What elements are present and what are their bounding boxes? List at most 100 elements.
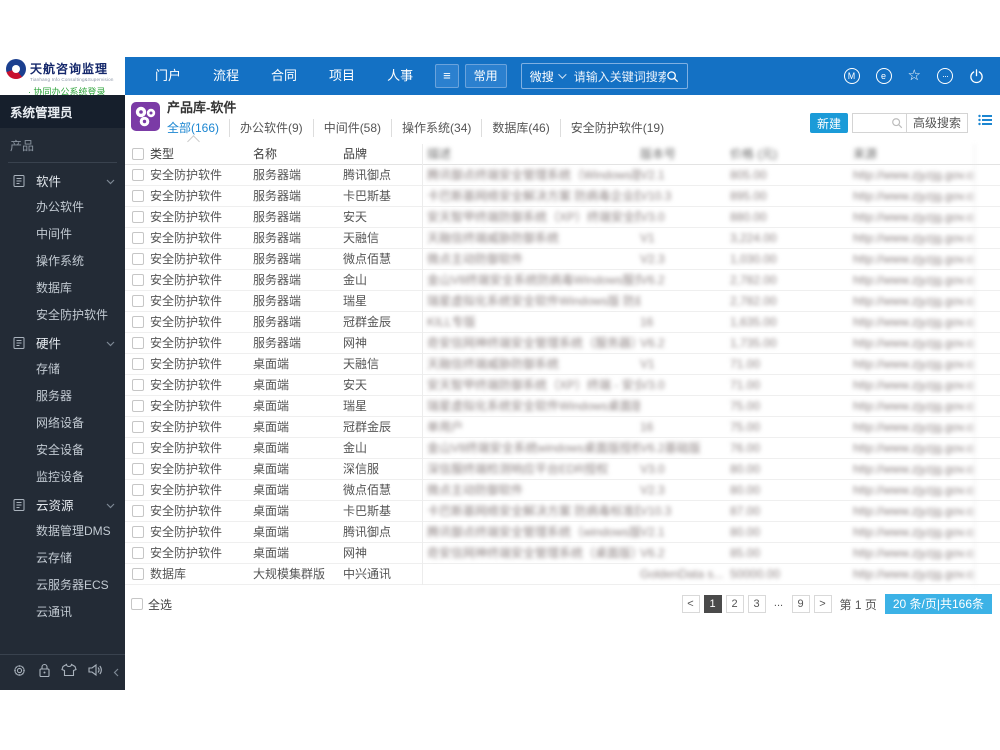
favorite-star-icon[interactable]: ☆ (908, 68, 921, 84)
page-button-2[interactable]: 2 (725, 595, 744, 613)
row-checkbox[interactable] (131, 274, 144, 286)
page-button-1[interactable]: 1 (703, 595, 722, 613)
row-checkbox[interactable] (131, 463, 144, 475)
sound-speaker-icon[interactable] (87, 663, 103, 682)
chevron-down-icon[interactable] (106, 498, 115, 512)
table-row[interactable]: 安全防护软件 服务器端 金山金山V8终端安全系统防病毒Windows服务器版V6.2… (125, 269, 1000, 291)
m-app-icon[interactable]: M (843, 68, 860, 84)
nav-item[interactable]: 人事 (371, 68, 429, 83)
lock-icon[interactable] (38, 663, 51, 683)
row-checkbox[interactable] (131, 484, 144, 496)
sidebar-item[interactable]: 安全设备 (0, 437, 125, 464)
sidebar-item[interactable]: 监控设备 (0, 464, 125, 491)
sidebar-item[interactable]: 存储 (0, 356, 125, 383)
table-row[interactable]: 安全防护软件 服务器端 网神 奇安信网神终端安全管理系统（服务器） V6.2 1,735.… (125, 332, 1000, 354)
select-all-checkbox[interactable] (131, 598, 143, 610)
sidebar-item[interactable]: 中间件 (0, 221, 125, 248)
row-checkbox[interactable] (131, 379, 144, 391)
row-checkbox[interactable] (131, 505, 144, 517)
sidebar-item[interactable]: 云通讯 (0, 599, 125, 626)
table-row[interactable]: 安全防护软件 桌面端 安天 安天智甲终端防御系统（XP）终端 - 安全 V3.0 71.0… (125, 374, 1000, 396)
table-row[interactable]: 安全防护软件 服务器端 卡巴斯基卡巴斯基网络安全解决方案 防病毒企业版（10用户）V… (125, 185, 1000, 207)
table-row[interactable]: 安全防护软件 服务器端 冠群金辰 KILL专版 16 1,635.00 http://www… (125, 311, 1000, 333)
sidebar-item[interactable]: 安全防护软件 (0, 302, 125, 329)
prev-page-button[interactable]: < (681, 595, 700, 613)
search-input[interactable]: 请输入关键词搜索 (574, 68, 666, 85)
row-checkbox[interactable] (131, 568, 144, 580)
sidebar-group-1[interactable]: 硬件 (0, 329, 125, 356)
table-row[interactable]: 安全防护软件 桌面端 瑞星 瑞星虚拟化系统安全软件Windows桌面版 75.00 htt… (125, 395, 1000, 417)
sidebar-item[interactable]: 办公软件 (0, 194, 125, 221)
table-row[interactable]: 安全防护软件 桌面端 网神 奇安信网神终端安全管理系统（桌面版） V6.2 85.00 ht… (125, 542, 1000, 564)
search-icon[interactable] (666, 70, 679, 83)
row-checkbox[interactable] (131, 316, 144, 328)
tab-安全防护软件(19)[interactable]: 安全防护软件(19) (559, 119, 674, 137)
row-checkbox[interactable] (131, 295, 144, 307)
table-row[interactable]: 安全防护软件 桌面端 腾讯御点腾讯御点终端安全管理系统（windows版）：V2.1… (125, 521, 1000, 543)
row-checkbox[interactable] (131, 337, 144, 349)
table-row[interactable]: 安全防护软件 桌面端 金山 金山V8终端安全系统windows桌面版授权 V6.2基础版… (125, 437, 1000, 459)
collapse-icon[interactable] (113, 664, 119, 682)
page-button-9[interactable]: 9 (791, 595, 810, 613)
list-view-icon[interactable] (978, 113, 992, 131)
table-search-input[interactable] (851, 113, 906, 133)
row-checkbox[interactable] (131, 232, 144, 244)
sidebar-section-product[interactable]: 产品 (0, 128, 125, 162)
nav-item[interactable]: 流程 (197, 68, 255, 83)
row-checkbox[interactable] (131, 547, 144, 559)
more-icon[interactable]: ··· (937, 68, 953, 84)
tab-中间件(58)[interactable]: 中间件(58) (312, 119, 391, 137)
settings-gear-icon[interactable] (12, 663, 27, 683)
search-scope-dropdown[interactable]: 微搜 (530, 68, 567, 85)
row-checkbox[interactable] (131, 421, 144, 433)
row-checkbox[interactable] (131, 190, 144, 202)
new-button[interactable]: 新建 (809, 113, 848, 133)
chevron-down-icon[interactable] (106, 336, 115, 350)
tab-操作系统(34)[interactable]: 操作系统(34) (391, 119, 481, 137)
tab-办公软件(9)[interactable]: 办公软件(9) (229, 119, 313, 137)
power-icon[interactable] (969, 68, 984, 84)
table-row[interactable]: 安全防护软件 桌面端 微点佰慧 微点主动防御软件 V2.3 80.00 http://www… (125, 479, 1000, 501)
table-row[interactable]: 安全防护软件 服务器端 瑞星 瑞星虚拟化系统安全软件Windows版 防病毒 2,782… (125, 290, 1000, 312)
table-row[interactable]: 安全防护软件 服务器端 天融信 天融信终端威胁防御系统 V1 3,224.00 http:/… (125, 227, 1000, 249)
table-row[interactable]: 安全防护软件 服务器端 安天 安天智甲终端防御系统（XP）终端安全防护 V3.0 880.… (125, 206, 1000, 228)
sidebar-item[interactable]: 数据库 (0, 275, 125, 302)
sidebar-item[interactable]: 操作系统 (0, 248, 125, 275)
table-row[interactable]: 安全防护软件 服务器端 腾讯御点 腾讯御点终端安全管理系统（Windows版）： V2.… (125, 164, 1000, 186)
nav-item[interactable]: 项目 (313, 68, 371, 83)
sidebar-group-2[interactable]: 云资源 (0, 491, 125, 518)
table-row[interactable]: 数据库 大规模集群版 中兴通讯 GoldenData s... 50000.00 http… (125, 563, 1000, 585)
advanced-search-button[interactable]: 高级搜索 (905, 113, 968, 133)
table-row[interactable]: 安全防护软件 服务器端 微点佰慧 微点主动防御软件 V2.3 1,030.00 http:/… (125, 248, 1000, 270)
page-size-button[interactable]: 20 条/页|共166条 (884, 594, 992, 614)
page-button-3[interactable]: 3 (747, 595, 766, 613)
row-checkbox[interactable] (131, 211, 144, 223)
sidebar-item[interactable]: 服务器 (0, 383, 125, 410)
theme-shirt-icon[interactable] (61, 663, 77, 682)
table-row[interactable]: 安全防护软件 桌面端 深信服 深信服终端检测响应平台EDR授权 V3.0 80.00 htt… (125, 458, 1000, 480)
chevron-down-icon[interactable] (106, 174, 115, 188)
table-row[interactable]: 安全防护软件 桌面端 冠群金辰 单用户 16 75.00 http://www.zjyzjg… (125, 416, 1000, 438)
nav-item[interactable]: 门户 (139, 68, 197, 83)
sidebar-item[interactable]: 云存储 (0, 545, 125, 572)
table-row[interactable]: 安全防护软件 桌面端 天融信 天融信终端威胁防御系统 V1 71.00 http://www… (125, 353, 1000, 375)
e-message-icon[interactable]: e (875, 68, 892, 84)
tab-全部(166)[interactable]: 全部(166) (167, 119, 229, 137)
row-checkbox[interactable] (131, 442, 144, 454)
next-page-button[interactable]: > (813, 595, 832, 613)
tab-数据库(46)[interactable]: 数据库(46) (481, 119, 559, 137)
table-row[interactable]: 安全防护软件 桌面端 卡巴斯基卡巴斯基网络安全解决方案 防病毒标准版（单机） - K… (125, 500, 1000, 522)
sidebar-item[interactable]: 数据管理DMS (0, 518, 125, 545)
row-checkbox[interactable] (131, 358, 144, 370)
row-checkbox[interactable] (131, 526, 144, 538)
row-checkbox[interactable] (131, 400, 144, 412)
nav-hamburger-icon[interactable]: ≡ (435, 64, 459, 88)
nav-common-button[interactable]: 常用 (464, 64, 507, 88)
row-checkbox[interactable] (131, 169, 144, 181)
sidebar-item[interactable]: 云服务器ECS (0, 572, 125, 599)
sidebar-group-0[interactable]: 软件 (0, 167, 125, 194)
sidebar-item[interactable]: 网络设备 (0, 410, 125, 437)
header-checkbox[interactable] (131, 148, 144, 160)
nav-item[interactable]: 合同 (255, 68, 313, 83)
row-checkbox[interactable] (131, 253, 144, 265)
